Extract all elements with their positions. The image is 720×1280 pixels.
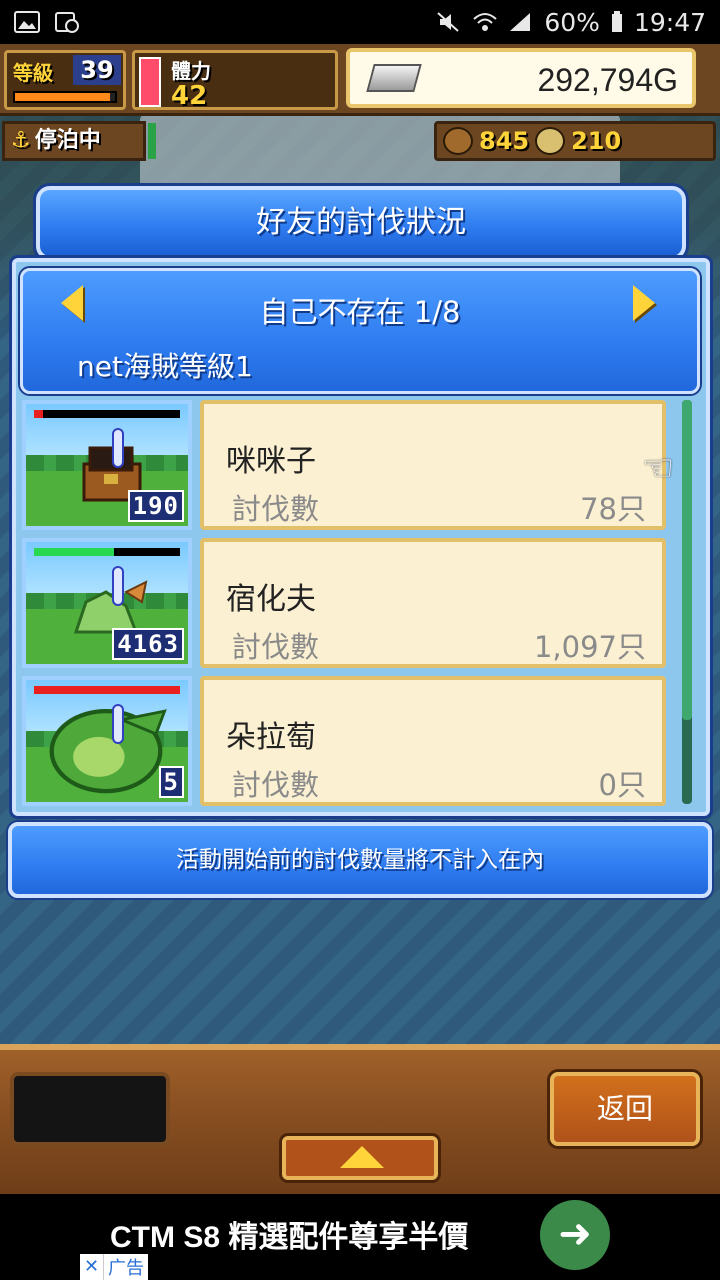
gold-box[interactable]: 292,794G <box>346 48 696 108</box>
friend-card[interactable]: 朵拉萄 討伐數 0只 <box>200 676 666 806</box>
list-item[interactable]: 5 朵拉萄 討伐數 0只 <box>20 674 692 808</box>
hp-fill <box>34 686 180 694</box>
friend-name: 朵拉萄 <box>226 720 316 755</box>
kill-list[interactable]: 190 咪咪子 討伐數 78只 4163 宿化夫 討伐數 1,097只 5 朵拉… <box>20 398 692 810</box>
expand-menu-button[interactable] <box>282 1136 438 1180</box>
kill-badge: 190 <box>127 490 184 522</box>
level-label: 等級 <box>13 61 53 85</box>
hp-fill <box>34 548 115 556</box>
wifi-icon <box>473 13 498 31</box>
signal-icon <box>510 13 531 31</box>
friend-title: 自己不存在 1/8 <box>259 295 461 329</box>
level-box: 等級 39 <box>4 50 126 110</box>
dock-strip <box>148 123 156 159</box>
hp-bar <box>34 686 180 694</box>
resource-box: 845 210 <box>434 121 716 161</box>
hand-pointer-icon: ☜ <box>642 448 675 489</box>
kill-count-value: 1,097只 <box>533 630 646 664</box>
hp-bar <box>34 410 180 418</box>
list-item[interactable]: 4163 宿化夫 討伐數 1,097只 <box>20 536 692 670</box>
hud-top-bar: 等級 39 體力 42 292,794G <box>0 44 720 116</box>
back-button[interactable]: 返回 <box>550 1072 700 1146</box>
kill-badge: 4163 <box>112 628 184 660</box>
dock-status-badge: ⚓ 停泊中 <box>2 121 146 161</box>
empty-slot <box>10 1072 170 1146</box>
stamina-label: 體力 <box>171 59 211 83</box>
alert-icon <box>112 566 124 606</box>
friend-card[interactable]: 咪咪子 討伐數 78只 <box>200 400 666 530</box>
hud-second-bar: ⚓ 停泊中 845 210 <box>0 119 720 165</box>
friend-header: 自己不存在 1/8 net海賊等級1 <box>20 268 700 394</box>
kill-count-value: 0只 <box>598 768 646 802</box>
monster-thumbnail[interactable]: 190 <box>22 400 192 530</box>
list-item[interactable]: 190 咪咪子 討伐數 78只 <box>20 398 692 532</box>
wood-icon <box>443 127 473 155</box>
kill-count-value: 78只 <box>580 492 646 526</box>
ad-tag: ✕ 广告 <box>80 1254 148 1280</box>
scrollbar-thumb[interactable] <box>682 400 692 720</box>
ad-close-icon[interactable]: ✕ <box>80 1254 104 1280</box>
friend-name: 咪咪子 <box>226 444 316 479</box>
hp-fill <box>34 410 43 418</box>
coin-value: 210 <box>571 127 622 155</box>
coin-icon <box>535 127 566 155</box>
alarm-icon <box>55 12 79 33</box>
silver-bar-icon <box>366 64 422 92</box>
anchor-icon: ⚓ <box>11 128 31 153</box>
stamina-box: 體力 42 <box>132 50 338 111</box>
dialog-title: 好友的討伐狀況 <box>36 186 686 260</box>
friend-card[interactable]: 宿化夫 討伐數 1,097只 <box>200 538 666 668</box>
dialog-footer-note: 活動開始前的討伐數量將不計入在內 <box>8 822 712 898</box>
list-scrollbar[interactable] <box>682 400 692 804</box>
battery-icon <box>611 11 622 32</box>
alert-icon <box>112 704 124 744</box>
kill-count-label: 討伐數 <box>232 492 320 526</box>
level-progress-bar <box>13 91 117 103</box>
dock-status-text: 停泊中 <box>34 128 101 153</box>
ad-text[interactable]: CTM S8 精選配件尊享半價 <box>110 1212 468 1256</box>
friend-name: 宿化夫 <box>226 582 316 617</box>
clock: 19:47 <box>633 7 706 37</box>
image-icon <box>14 11 40 33</box>
status-bar: 60% 19:47 <box>0 0 720 44</box>
arrow-right-icon[interactable]: ➜ <box>540 1200 610 1270</box>
battery-percent: 60% <box>544 7 600 37</box>
up-arrow-icon <box>340 1146 384 1168</box>
hp-bar <box>34 548 180 556</box>
friend-level: net海賊等級1 <box>77 350 253 383</box>
crocodile-monster-icon <box>49 709 167 794</box>
kill-count-label: 討伐數 <box>232 768 320 802</box>
monster-thumbnail[interactable]: 4163 <box>22 538 192 668</box>
level-value: 39 <box>73 55 121 85</box>
monster-thumbnail[interactable]: 5 <box>22 676 192 806</box>
kill-count-label: 討伐數 <box>232 630 320 664</box>
level-progress-fill <box>15 93 110 101</box>
stamina-gauge <box>139 57 161 107</box>
wood-value: 845 <box>479 127 530 155</box>
ad-label: 广告 <box>108 1258 144 1279</box>
kill-badge: 5 <box>158 766 184 798</box>
gold-value: 292,794G <box>537 62 678 98</box>
next-arrow-icon[interactable] <box>633 285 655 321</box>
mute-icon <box>437 12 460 32</box>
alert-icon <box>112 428 124 468</box>
stamina-value: 42 <box>171 81 208 111</box>
bottom-toolbar: 返回 <box>0 1044 720 1194</box>
